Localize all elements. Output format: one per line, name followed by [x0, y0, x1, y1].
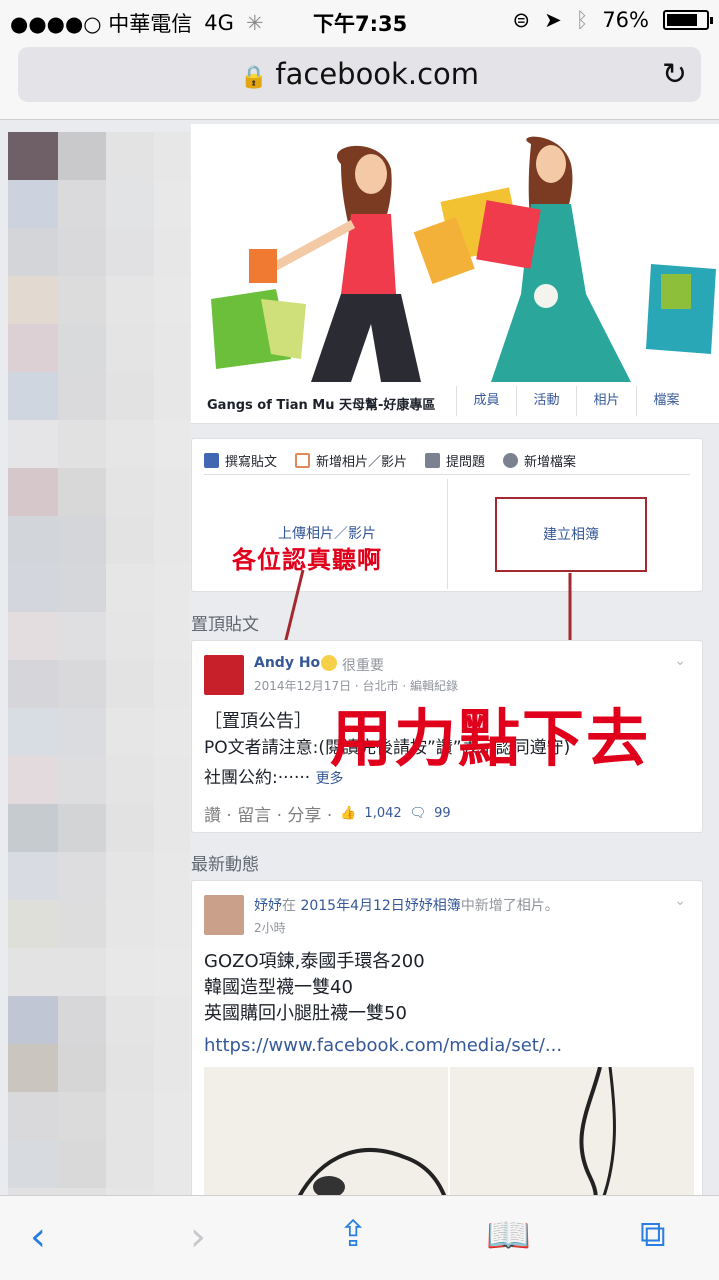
feed-author[interactable]: 妤妤 — [254, 898, 282, 914]
bookmarks-icon[interactable]: 📖 — [486, 1214, 531, 1256]
feed-photo-1[interactable] — [204, 1067, 448, 1207]
feed-line-3: 英國購回小腿肚襪一雙50 — [204, 1003, 407, 1024]
feed-post-header: 妤妤在 2015年4月12日妤妤相簿中新增了相片。 — [254, 895, 559, 915]
post-line-3: 社團公約:······ 更多 — [204, 765, 344, 792]
feed-action-post: 中新增了相片。 — [460, 898, 559, 914]
back-icon[interactable]: ‹ — [30, 1214, 46, 1260]
pinned-section-title: 置頂貼文 — [191, 615, 259, 635]
comment-count[interactable]: 99 — [434, 806, 451, 821]
chevron-down-icon[interactable]: ⌄ — [674, 653, 686, 669]
post-actions-label[interactable]: 讚 · 留言 · 分享 · — [204, 801, 332, 826]
post-author[interactable]: Andy Ho — [254, 655, 320, 671]
feed-line-1: GOZO項鍊,泰國手環各200 — [204, 951, 425, 972]
feed-action-pre: 在 — [282, 898, 296, 914]
avatar[interactable] — [204, 655, 244, 695]
chevron-down-icon[interactable]: ⌄ — [674, 893, 686, 909]
feed-time: 2小時 — [254, 921, 286, 935]
feed-section-title: 最新動態 — [191, 855, 259, 875]
comment-icon: 🗨 — [409, 806, 427, 821]
post-actions: 讚 · 留言 · 分享 · 👍 1,042 🗨 99 — [204, 801, 451, 826]
post-line-3-text: 社團公約:······ — [204, 768, 311, 788]
annotation-note-listen: 各位認真聽啊 — [232, 546, 382, 574]
post-line-1: ［置頂公告］ — [204, 711, 312, 732]
tabs-icon[interactable]: ⧉ — [640, 1214, 666, 1256]
browser-toolbar: ‹ › ⇪ 📖 ⧉ — [0, 1195, 719, 1280]
like-icon: 👍 — [340, 806, 357, 821]
feed-post: 妤妤在 2015年4月12日妤妤相簿中新增了相片。 2小時 ⌄ GOZO項鍊,泰… — [191, 880, 703, 1210]
mood-emoji-icon — [321, 655, 337, 671]
feed-link[interactable]: https://www.facebook.com/media/set/... — [204, 1033, 562, 1059]
forward-icon[interactable]: › — [190, 1214, 206, 1260]
feed-album-link[interactable]: 2015年4月12日妤妤相簿 — [300, 898, 460, 914]
avatar[interactable] — [204, 895, 244, 935]
feed-line-2: 韓國造型襪一雙40 — [204, 977, 353, 998]
share-icon[interactable]: ⇪ — [338, 1214, 368, 1255]
like-count[interactable]: 1,042 — [364, 806, 401, 821]
annotation-note-press: 用力點下去 — [330, 702, 651, 775]
feed-photo-2[interactable] — [450, 1067, 694, 1207]
post-mood: 很重要 — [342, 658, 384, 674]
